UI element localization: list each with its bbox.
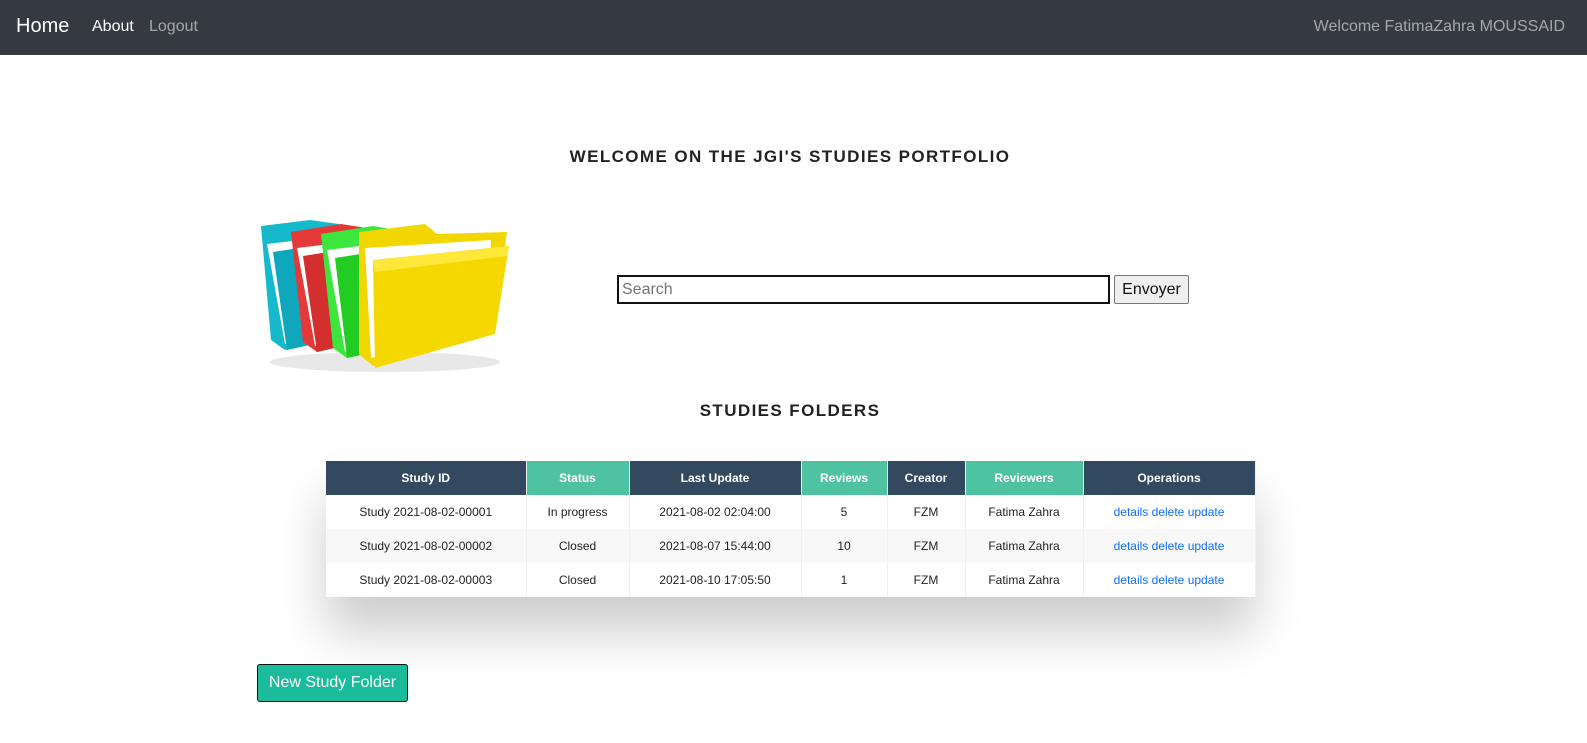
cell-creator: FZM [887, 495, 966, 529]
header-creator: Creator [887, 461, 966, 495]
cell-operations: details delete update [1083, 495, 1256, 529]
cell-study-id: Study 2021-08-02-00003 [326, 563, 527, 597]
search-submit-button[interactable]: Envoyer [1114, 275, 1189, 304]
details-link[interactable]: details [1114, 505, 1149, 519]
update-link[interactable]: update [1188, 539, 1225, 553]
cell-status: Closed [526, 529, 630, 563]
cell-study-id: Study 2021-08-02-00002 [326, 529, 527, 563]
new-study-folder-button[interactable]: New Study Folder [257, 664, 408, 702]
studies-table-container: Study ID Status Last Update Reviews Crea… [326, 461, 1256, 597]
nav-about-link[interactable]: About [92, 18, 134, 36]
cell-creator: FZM [887, 529, 966, 563]
delete-link[interactable]: delete [1152, 573, 1185, 587]
header-status: Status [526, 461, 630, 495]
studies-table: Study ID Status Last Update Reviews Crea… [326, 461, 1256, 597]
cell-status: In progress [526, 495, 630, 529]
cell-last-update: 2021-08-10 17:05:50 [629, 563, 802, 597]
details-link[interactable]: details [1114, 539, 1149, 553]
update-link[interactable]: update [1188, 573, 1225, 587]
navbar: Home About Logout Welcome FatimaZahra MO… [0, 0, 1587, 55]
update-link[interactable]: update [1188, 505, 1225, 519]
nav-home-link[interactable]: Home [16, 15, 69, 38]
cell-operations: details delete update [1083, 563, 1256, 597]
delete-link[interactable]: delete [1152, 539, 1185, 553]
page-title: WELCOME ON THE JGI'S STUDIES PORTFOLIO [569, 147, 1011, 166]
folders-illustration [261, 220, 509, 372]
cell-reviews: 1 [801, 563, 888, 597]
cell-last-update: 2021-08-07 15:44:00 [629, 529, 802, 563]
table-row: Study 2021-08-02-00003 Closed 2021-08-10… [326, 563, 1256, 597]
header-study-id: Study ID [326, 461, 527, 495]
cell-reviews: 5 [801, 495, 888, 529]
header-operations: Operations [1083, 461, 1256, 495]
cell-reviewers: Fatima Zahra [965, 563, 1084, 597]
cell-last-update: 2021-08-02 02:04:00 [629, 495, 802, 529]
search-input[interactable] [617, 275, 1110, 304]
header-reviews: Reviews [801, 461, 888, 495]
delete-link[interactable]: delete [1152, 505, 1185, 519]
cell-operations: details delete update [1083, 529, 1256, 563]
section-title: STUDIES FOLDERS [699, 401, 881, 420]
cell-reviewers: Fatima Zahra [965, 529, 1084, 563]
welcome-user-text: Welcome FatimaZahra MOUSSAID [1313, 18, 1565, 35]
table-row: Study 2021-08-02-00001 In progress 2021-… [326, 495, 1256, 529]
table-row: Study 2021-08-02-00002 Closed 2021-08-07… [326, 529, 1256, 563]
cell-study-id: Study 2021-08-02-00001 [326, 495, 527, 529]
header-reviewers: Reviewers [965, 461, 1084, 495]
cell-reviews: 10 [801, 529, 888, 563]
details-link[interactable]: details [1114, 573, 1149, 587]
table-header-row: Study ID Status Last Update Reviews Crea… [326, 461, 1256, 495]
cell-status: Closed [526, 563, 630, 597]
cell-creator: FZM [887, 563, 966, 597]
header-last-update: Last Update [629, 461, 802, 495]
cell-reviewers: Fatima Zahra [965, 495, 1084, 529]
nav-logout-link[interactable]: Logout [149, 18, 198, 36]
